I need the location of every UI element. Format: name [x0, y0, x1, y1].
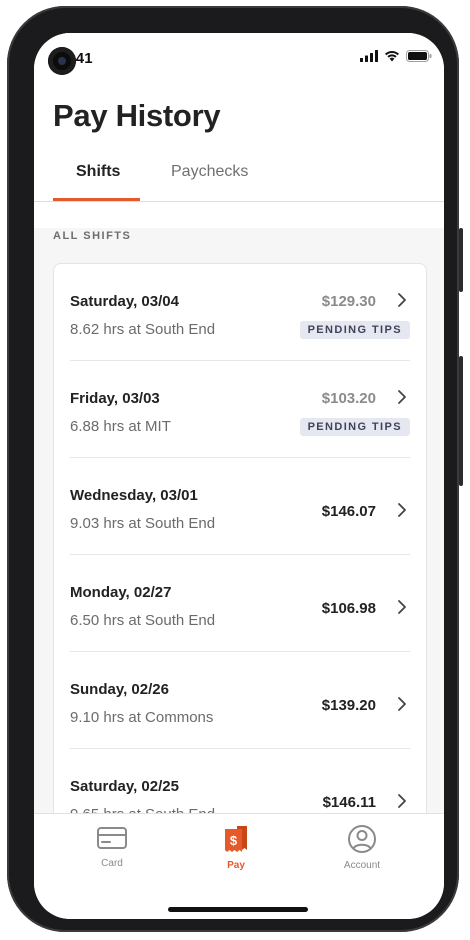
shift-amount: $139.20	[321, 697, 376, 714]
shift-date: Saturday, 03/04	[70, 293, 179, 310]
home-indicator	[168, 907, 308, 912]
shift-row[interactable]: Wednesday, 03/01 9.03 hrs at South End $…	[70, 458, 410, 555]
pending-tips-badge: PENDING TIPS	[299, 418, 410, 436]
nav-pay-label: Pay	[227, 860, 245, 871]
shift-amount: $146.07	[321, 503, 376, 520]
shift-amount: $146.11	[322, 794, 376, 811]
cellular-signal-icon	[360, 50, 378, 62]
svg-text:$: $	[230, 833, 238, 848]
shift-date: Saturday, 02/25	[70, 778, 179, 795]
pending-tips-badge: PENDING TIPS	[299, 321, 410, 339]
shift-date: Friday, 03/03	[70, 390, 160, 407]
page-title: Pay History	[53, 98, 221, 133]
active-tab-indicator	[53, 198, 140, 201]
shifts-list: Saturday, 03/04 8.62 hrs at South End $1…	[53, 263, 427, 835]
battery-icon	[406, 50, 432, 62]
status-icons	[360, 50, 432, 62]
wifi-icon	[385, 51, 399, 62]
shift-row[interactable]: Monday, 02/27 6.50 hrs at South End $106…	[70, 555, 410, 652]
shift-hours: 6.50 hrs at South End	[70, 612, 216, 629]
chevron-right-icon	[398, 794, 406, 808]
bottom-nav: Card $ Pay Account	[34, 813, 444, 919]
shift-date: Monday, 02/27	[70, 584, 172, 601]
shift-hours: 9.10 hrs at Commons	[70, 709, 214, 726]
shift-amount: $103.20	[321, 390, 376, 407]
shift-hours: 9.03 hrs at South End	[70, 515, 216, 532]
chevron-right-icon	[398, 503, 406, 517]
shift-hours: 6.88 hrs at MIT	[70, 418, 171, 435]
shift-row[interactable]: Saturday, 03/04 8.62 hrs at South End $1…	[70, 264, 410, 361]
phone-frame: 9:41 Pay History Shifts Paychecks ALL SH…	[7, 6, 463, 932]
side-button-upper	[459, 228, 463, 292]
shift-amount: $106.98	[321, 600, 376, 617]
nav-account-label: Account	[343, 860, 381, 871]
shift-row[interactable]: Friday, 03/03 6.88 hrs at MIT $103.20 PE…	[70, 361, 410, 458]
nav-pay[interactable]: $ Pay	[186, 824, 286, 871]
chevron-right-icon	[398, 697, 406, 711]
user-circle-icon	[348, 825, 376, 853]
side-button-lower	[459, 356, 463, 486]
nav-card-label: Card	[101, 858, 123, 869]
nav-card[interactable]: Card	[62, 824, 162, 869]
section-heading: ALL SHIFTS	[53, 230, 132, 242]
app-screen: 9:41 Pay History Shifts Paychecks ALL SH…	[34, 33, 444, 919]
nav-account[interactable]: Account	[312, 824, 412, 871]
chevron-right-icon	[398, 390, 406, 404]
front-camera	[48, 47, 76, 75]
shift-hours: 8.62 hrs at South End	[70, 321, 216, 338]
shift-row[interactable]: Sunday, 02/26 9.10 hrs at Commons $139.2…	[70, 652, 410, 749]
chevron-right-icon	[398, 293, 406, 307]
credit-card-icon	[97, 827, 127, 849]
tab-bar: Shifts Paychecks	[34, 159, 444, 202]
shift-date: Wednesday, 03/01	[70, 487, 198, 504]
chevron-right-icon	[398, 600, 406, 614]
pay-receipt-icon: $	[225, 826, 247, 852]
tab-shifts[interactable]: Shifts	[76, 163, 120, 181]
shift-amount: $129.30	[321, 293, 376, 310]
shift-date: Sunday, 02/26	[70, 681, 169, 698]
tab-paychecks[interactable]: Paychecks	[171, 163, 248, 181]
